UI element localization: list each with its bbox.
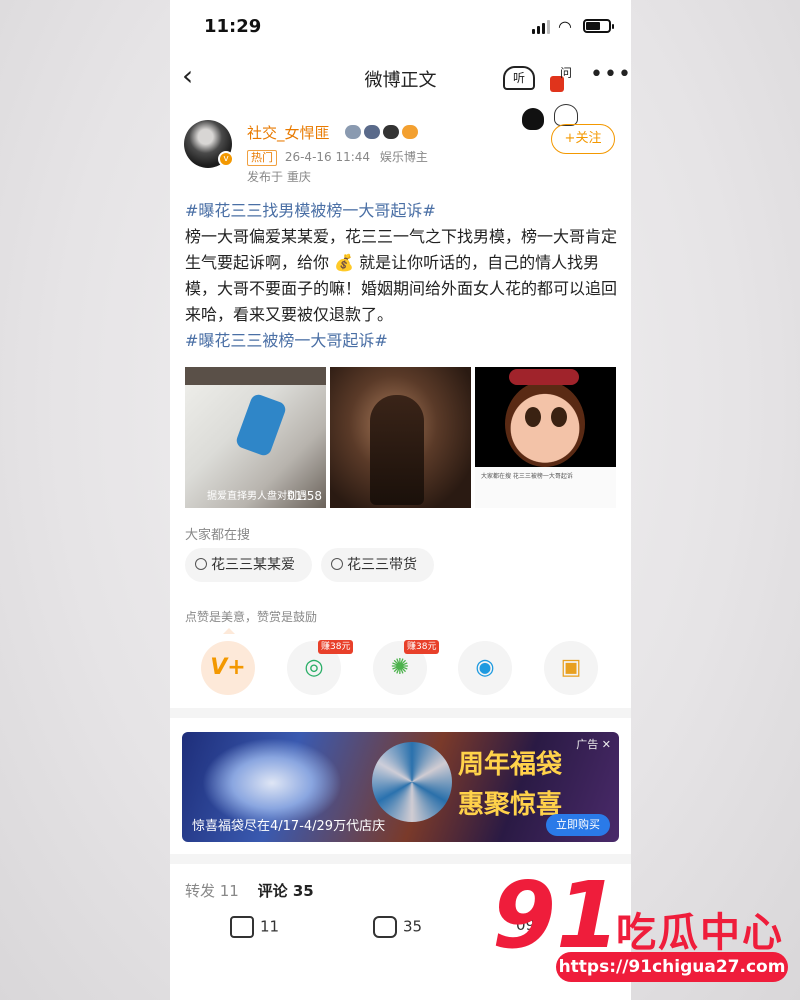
search-icon (195, 558, 207, 570)
post-image-2[interactable] (330, 367, 471, 508)
ad-caption: 惊喜福袋尽在4/17-4/29万代店庆 (192, 819, 386, 834)
status-bar: 11:29 ◠ (170, 0, 631, 52)
author-role: 娱乐博主 (379, 150, 428, 164)
verified-badge-icon: v (218, 151, 234, 167)
phone-screen: 11:29 ◠ ‹ 微博正文 听 问 ••• v 社交_女悍匪 热门 26-4-… (170, 0, 631, 1000)
hashtag-link[interactable]: #曝花三三找男模被榜一大哥起诉# (185, 201, 436, 220)
comment-icon (373, 916, 397, 938)
panda-badge-icon (383, 125, 399, 139)
reward-v-icon[interactable]: V+ (201, 641, 255, 695)
ghost-icon (554, 104, 578, 126)
post-location: 发布于 重庆 (247, 170, 311, 184)
video-thumbnail[interactable]: 据爱直择男人盘对别遇 01:58 (185, 367, 326, 508)
post-meta: 热门 26-4-16 11:44 娱乐博主 (247, 148, 428, 166)
image-embedded-text: 大家都在搜 花三三被榜一大哥起诉 (481, 473, 573, 480)
ad-banner[interactable]: 周年福袋 惠聚惊喜 广告 ✕ 惊喜福袋尽在4/17-4/29万代店庆 立即购买 (182, 732, 619, 842)
battery-icon (583, 19, 614, 33)
tab-repost[interactable]: 转发 11 (185, 882, 239, 900)
black-cat-icon (522, 108, 544, 130)
badge-icon (345, 125, 361, 139)
signal-icon (532, 20, 550, 34)
search-icon (331, 558, 343, 570)
money-bag-icon: 💰 (334, 253, 355, 272)
qq-icon[interactable]: ◉ (458, 641, 512, 695)
ad-close[interactable]: 广告 ✕ (576, 736, 611, 752)
ask-button[interactable]: 问 (550, 64, 576, 92)
badge-icon (402, 125, 418, 139)
follow-button[interactable]: +关注 (551, 124, 615, 154)
watermark-number: 91 (492, 862, 621, 969)
reward-label: 点赞是美意，赞赏是鼓励 (185, 610, 318, 624)
video-duration: 01:58 (287, 489, 322, 503)
comment-button[interactable]: 35 (373, 916, 422, 938)
status-time: 11:29 (204, 16, 262, 37)
earn-badge: 赚38元 (404, 640, 440, 654)
hot-badge: 热门 (247, 150, 277, 166)
post-image-3[interactable]: 大家都在搜 花三三被榜一大哥起诉 (475, 367, 616, 508)
buy-now-button[interactable]: 立即购买 (546, 814, 610, 836)
tab-comment[interactable]: 评论 35 (258, 882, 314, 900)
search-chip[interactable]: 花三三带货 (321, 548, 434, 582)
ad-headline: 惠聚惊喜 (458, 790, 563, 820)
ask-label: 问 (560, 66, 573, 80)
repost-icon (230, 916, 254, 938)
search-section-label: 大家都在搜 (185, 528, 251, 543)
more-icon[interactable]: ••• (590, 62, 631, 87)
wifi-icon: ◠ (558, 17, 572, 36)
author-name[interactable]: 社交_女悍匪 (247, 122, 330, 143)
post-body: #曝花三三找男模被榜一大哥起诉# 榜一大哥偏爱某某爱，花三三一气之下找男模，榜一… (185, 198, 617, 354)
listen-headphone-icon[interactable]: 听 (503, 66, 535, 90)
nav-bar: ‹ 微博正文 听 问 ••• (170, 52, 631, 104)
earn-badge: 赚38元 (318, 640, 354, 654)
repost-button[interactable]: 11 (230, 916, 279, 938)
watermark-url: https://91chigua27.com (556, 952, 788, 982)
user-badges (345, 124, 423, 140)
watermark-text: 吃瓜中心 (616, 910, 784, 956)
post-time: 26-4-16 11:44 (284, 150, 371, 164)
divider (170, 708, 631, 718)
badge-icon (364, 125, 380, 139)
comment-tabs: 转发 11 评论 35 (185, 880, 314, 901)
hashtag-link[interactable]: #曝花三三被榜一大哥起诉# (185, 331, 388, 350)
search-chip[interactable]: 花三三某某爱 (185, 548, 312, 582)
save-image-icon[interactable]: ▣ (544, 641, 598, 695)
ad-headline: 周年福袋 (458, 750, 563, 780)
